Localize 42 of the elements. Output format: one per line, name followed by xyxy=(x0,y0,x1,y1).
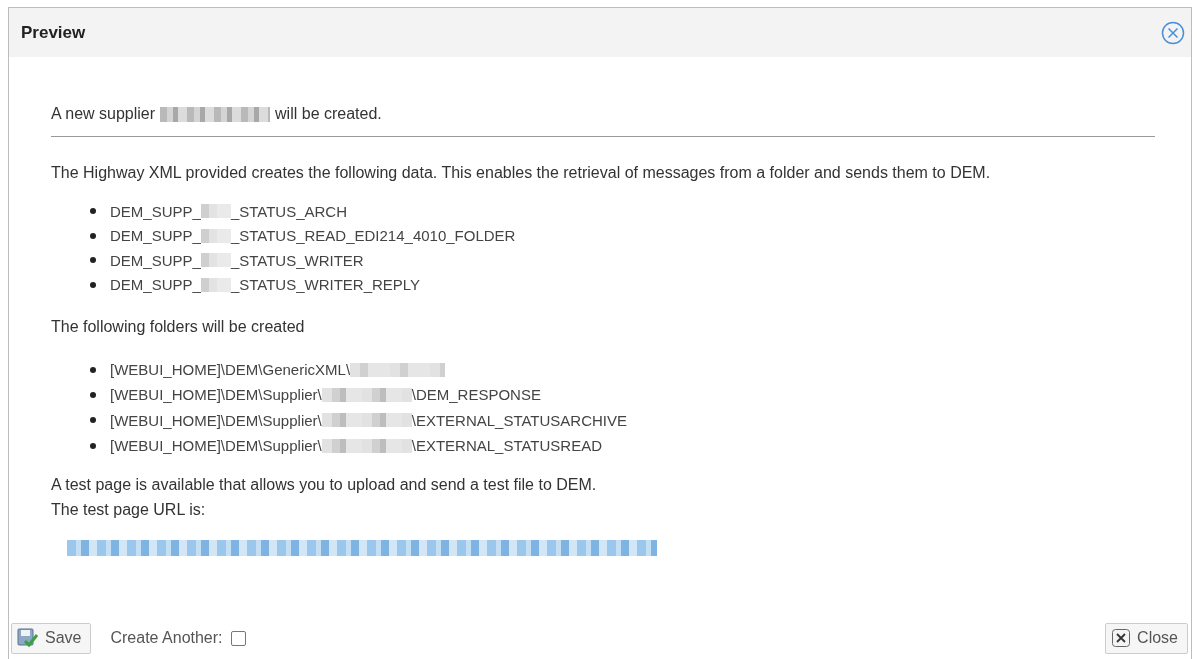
intro-text: will be created. xyxy=(275,105,382,123)
data-item-text: DEM_SUPP_ xyxy=(110,202,201,220)
folder-path-text: \EXTERNAL_STATUSARCHIVE xyxy=(411,411,628,429)
data-item-text: _STATUS_WRITER_REPLY xyxy=(230,276,421,294)
redacted-text xyxy=(200,228,231,243)
folder-path-text: \DEM_RESPONSE xyxy=(411,386,541,404)
folder-path-text: \EXTERNAL_STATUSREAD xyxy=(411,437,603,455)
redacted-text xyxy=(200,277,231,292)
bullet-icon xyxy=(90,281,96,288)
data-item-text: DEM_SUPP_ xyxy=(110,251,201,269)
data-item-text: DEM_SUPP_ xyxy=(110,276,201,294)
bullet-icon xyxy=(90,257,96,264)
bullet-icon xyxy=(90,232,96,239)
dialog-title: Preview xyxy=(21,22,86,43)
folders-heading: The following folders will be created xyxy=(51,317,306,337)
bullet-icon xyxy=(90,208,96,215)
intro-text: A new supplier xyxy=(51,105,156,123)
description-text: The Highway XML provided creates the following data. This enables the retrieval of messages from a folder and sends them to DEM. xyxy=(51,163,992,183)
create-another-checkbox[interactable] xyxy=(230,630,246,646)
bullet-icon xyxy=(90,366,96,373)
create-another-label: Create Another: xyxy=(110,629,223,647)
redacted-text xyxy=(200,253,231,268)
data-item-text: _STATUS_READ_EDI214_4010_FOLDER xyxy=(230,227,516,245)
folder-path-text: [WEBUI_HOME]\DEM\Supplier\ xyxy=(110,437,322,455)
bullet-icon xyxy=(90,417,96,424)
close-icon xyxy=(1111,628,1132,648)
save-icon xyxy=(17,628,39,648)
redacted-text xyxy=(200,204,231,219)
folder-path-text: [WEBUI_HOME]\DEM\Supplier\ xyxy=(110,386,322,404)
save-button[interactable]: Save xyxy=(11,622,92,654)
data-item-text: DEM_SUPP_ xyxy=(110,227,201,245)
data-item-text: _STATUS_WRITER xyxy=(230,251,364,269)
test-page-text: A test page is available that allows you to upload and send a test file to DEM. xyxy=(51,475,598,496)
folder-path-text: [WEBUI_HOME]\DEM\Supplier\ xyxy=(110,411,322,429)
close-icon[interactable] xyxy=(1161,20,1185,45)
data-item-text: _STATUS_ARCH xyxy=(230,202,347,220)
close-button[interactable]: Close xyxy=(1105,622,1188,654)
bullet-icon xyxy=(90,442,96,449)
test-page-text: The test page URL is: xyxy=(51,500,207,521)
folder-path-text: [WEBUI_HOME]\DEM\GenericXML\ xyxy=(110,361,351,379)
redacted-link[interactable] xyxy=(67,540,657,557)
bullet-icon xyxy=(90,391,96,398)
